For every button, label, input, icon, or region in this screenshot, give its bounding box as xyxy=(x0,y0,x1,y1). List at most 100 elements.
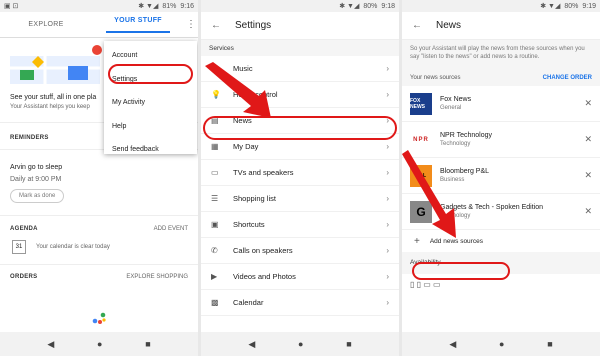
status-bar: ✱ ▼◢ 80% 9:18 xyxy=(201,0,399,12)
shortcut-icon: ▣ xyxy=(211,220,219,229)
news-header: ← News xyxy=(402,12,600,40)
mark-done-button[interactable]: Mark as done xyxy=(10,189,65,203)
sources-header: Your news sources CHANGE ORDER xyxy=(402,70,600,86)
chevron-right-icon: › xyxy=(386,194,389,203)
signal-icon: ✱ ▼◢ xyxy=(339,3,360,10)
npr-logo: NPR xyxy=(413,136,429,143)
settings-item-shopping-list[interactable]: ☰ Shopping list › xyxy=(201,186,399,212)
signal-icon: ✱ ▼◢ xyxy=(138,3,159,10)
home-nav-icon[interactable]: ● xyxy=(499,339,504,349)
clock: 9:18 xyxy=(381,2,395,10)
settings-item-label: Calendar xyxy=(233,298,264,307)
settings-item-calls[interactable]: ✆ Calls on speakers › xyxy=(201,238,399,264)
notification-icon: ▣ ⊡ xyxy=(4,3,19,10)
clock: 9:16 xyxy=(180,2,194,10)
reminder-title[interactable]: Arvin go to sleep xyxy=(10,164,188,171)
chevron-right-icon: › xyxy=(386,90,389,99)
status-bar: ▣ ⊡ ✱ ▼◢ 81% 9:16 xyxy=(0,0,198,12)
assistant-your-stuff-panel: ▣ ⊡ ✱ ▼◢ 81% 9:16 EXPLORE YOUR STUFF ⋮ S… xyxy=(0,0,198,356)
add-sources-highlight xyxy=(412,262,510,280)
reminder-time: Daily at 9:00 PM xyxy=(10,176,62,183)
settings-item-label: Shortcuts xyxy=(233,220,265,229)
settings-item-calendar[interactable]: ▩ Calendar › xyxy=(201,290,399,316)
settings-item-shortcuts[interactable]: ▣ Shortcuts › xyxy=(201,212,399,238)
settings-item-videos-photos[interactable]: ▶ Videos and Photos › xyxy=(201,264,399,290)
settings-item-label: Calls on speakers xyxy=(233,246,293,255)
source-category: General xyxy=(440,105,462,111)
cast-icon: ▭ xyxy=(211,168,219,177)
phone-icon: ✆ xyxy=(211,246,218,255)
calendar-icon: 31 xyxy=(12,240,26,254)
add-event-button[interactable]: ADD EVENT xyxy=(154,226,188,232)
remove-source-icon[interactable]: ✕ xyxy=(584,98,592,109)
calendar-day-icon: ▦ xyxy=(211,142,219,151)
tab-your-stuff[interactable]: YOUR STUFF xyxy=(92,17,184,33)
recents-nav-icon[interactable]: ■ xyxy=(346,339,351,349)
source-category: Technology xyxy=(440,141,471,147)
tab-your-stuff-label: YOUR STUFF xyxy=(114,16,162,24)
menu-item-my-activity[interactable]: My Activity xyxy=(104,91,197,115)
battery-level: 80% xyxy=(564,2,579,10)
status-bar: ✱ ▼◢ 80% 9:19 xyxy=(402,0,600,12)
home-nav-icon[interactable]: ● xyxy=(298,339,303,349)
menu-item-send-feedback[interactable]: Send feedback xyxy=(104,138,197,162)
sources-label: Your news sources xyxy=(410,75,461,81)
settings-item-label: Shopping list xyxy=(233,194,276,203)
menu-item-help[interactable]: Help xyxy=(104,115,197,139)
system-nav-bar: ◀ ● ■ xyxy=(201,332,399,356)
chevron-right-icon: › xyxy=(386,168,389,177)
chevron-right-icon: › xyxy=(386,220,389,229)
page-title: News xyxy=(436,20,462,31)
back-nav-icon[interactable]: ◀ xyxy=(449,339,456,350)
orders-header: ORDERS EXPLORE SHOPPING xyxy=(0,274,198,280)
red-arrow-icon xyxy=(205,62,271,118)
tab-explore[interactable]: EXPLORE xyxy=(0,21,92,28)
video-icon: ▶ xyxy=(211,272,218,281)
agenda-header: AGENDA ADD EVENT xyxy=(0,226,198,232)
list-icon: ☰ xyxy=(211,194,219,203)
change-order-button[interactable]: CHANGE ORDER xyxy=(543,75,592,81)
source-name: NPR Technology xyxy=(440,132,493,139)
news-description: So your Assistant will play the news fro… xyxy=(402,40,600,70)
chevron-right-icon: › xyxy=(386,64,389,73)
system-nav-bar: ◀ ● ■ xyxy=(0,332,198,356)
source-name: Fox News xyxy=(440,96,472,103)
orders-label: ORDERS xyxy=(10,274,38,280)
news-source-row[interactable]: FOX NEWS Fox News General ✕ xyxy=(402,86,600,122)
settings-item-label: TVs and speakers xyxy=(233,168,294,177)
signal-icon: ✱ ▼◢ xyxy=(540,3,561,10)
home-nav-icon[interactable]: ● xyxy=(97,339,102,349)
remove-source-icon[interactable]: ✕ xyxy=(584,206,592,217)
assistant-dots-icon[interactable] xyxy=(92,312,108,331)
agenda-label: AGENDA xyxy=(10,226,38,232)
chevron-right-icon: › xyxy=(386,142,389,151)
chevron-right-icon: › xyxy=(386,298,389,307)
remove-source-icon[interactable]: ✕ xyxy=(584,134,592,145)
clock: 9:19 xyxy=(582,2,596,10)
battery-level: 80% xyxy=(363,2,378,10)
settings-item-label: My Day xyxy=(233,142,259,151)
settings-highlight xyxy=(108,64,193,84)
back-nav-icon[interactable]: ◀ xyxy=(47,339,54,350)
chevron-right-icon: › xyxy=(386,246,389,255)
back-nav-icon[interactable]: ◀ xyxy=(248,339,255,350)
recents-nav-icon[interactable]: ■ xyxy=(145,339,150,349)
settings-header: ← Settings xyxy=(201,12,399,40)
more-options-icon[interactable]: ⋮ xyxy=(184,19,198,30)
tab-bar: EXPLORE YOUR STUFF ⋮ xyxy=(0,12,198,38)
red-arrow-icon xyxy=(402,150,456,238)
calendar-icon: ▩ xyxy=(211,298,219,307)
recents-nav-icon[interactable]: ■ xyxy=(547,339,552,349)
fox-news-logo: FOX NEWS xyxy=(410,92,432,115)
page-title: Settings xyxy=(235,20,272,31)
back-arrow-icon[interactable]: ← xyxy=(412,20,422,31)
chevron-right-icon: › xyxy=(386,272,389,281)
settings-item-tvs-speakers[interactable]: ▭ TVs and speakers › xyxy=(201,160,399,186)
remove-source-icon[interactable]: ✕ xyxy=(584,170,592,181)
settings-panel: ✱ ▼◢ 80% 9:18 ← Settings Services ♫Music… xyxy=(201,0,399,356)
back-arrow-icon[interactable]: ← xyxy=(211,20,221,31)
overflow-menu: Account Settings My Activity Help Send f… xyxy=(104,41,197,154)
system-nav-bar: ◀ ● ■ xyxy=(402,332,600,356)
explore-shopping-button[interactable]: EXPLORE SHOPPING xyxy=(126,274,188,280)
settings-item-label: Videos and Photos xyxy=(233,272,296,281)
